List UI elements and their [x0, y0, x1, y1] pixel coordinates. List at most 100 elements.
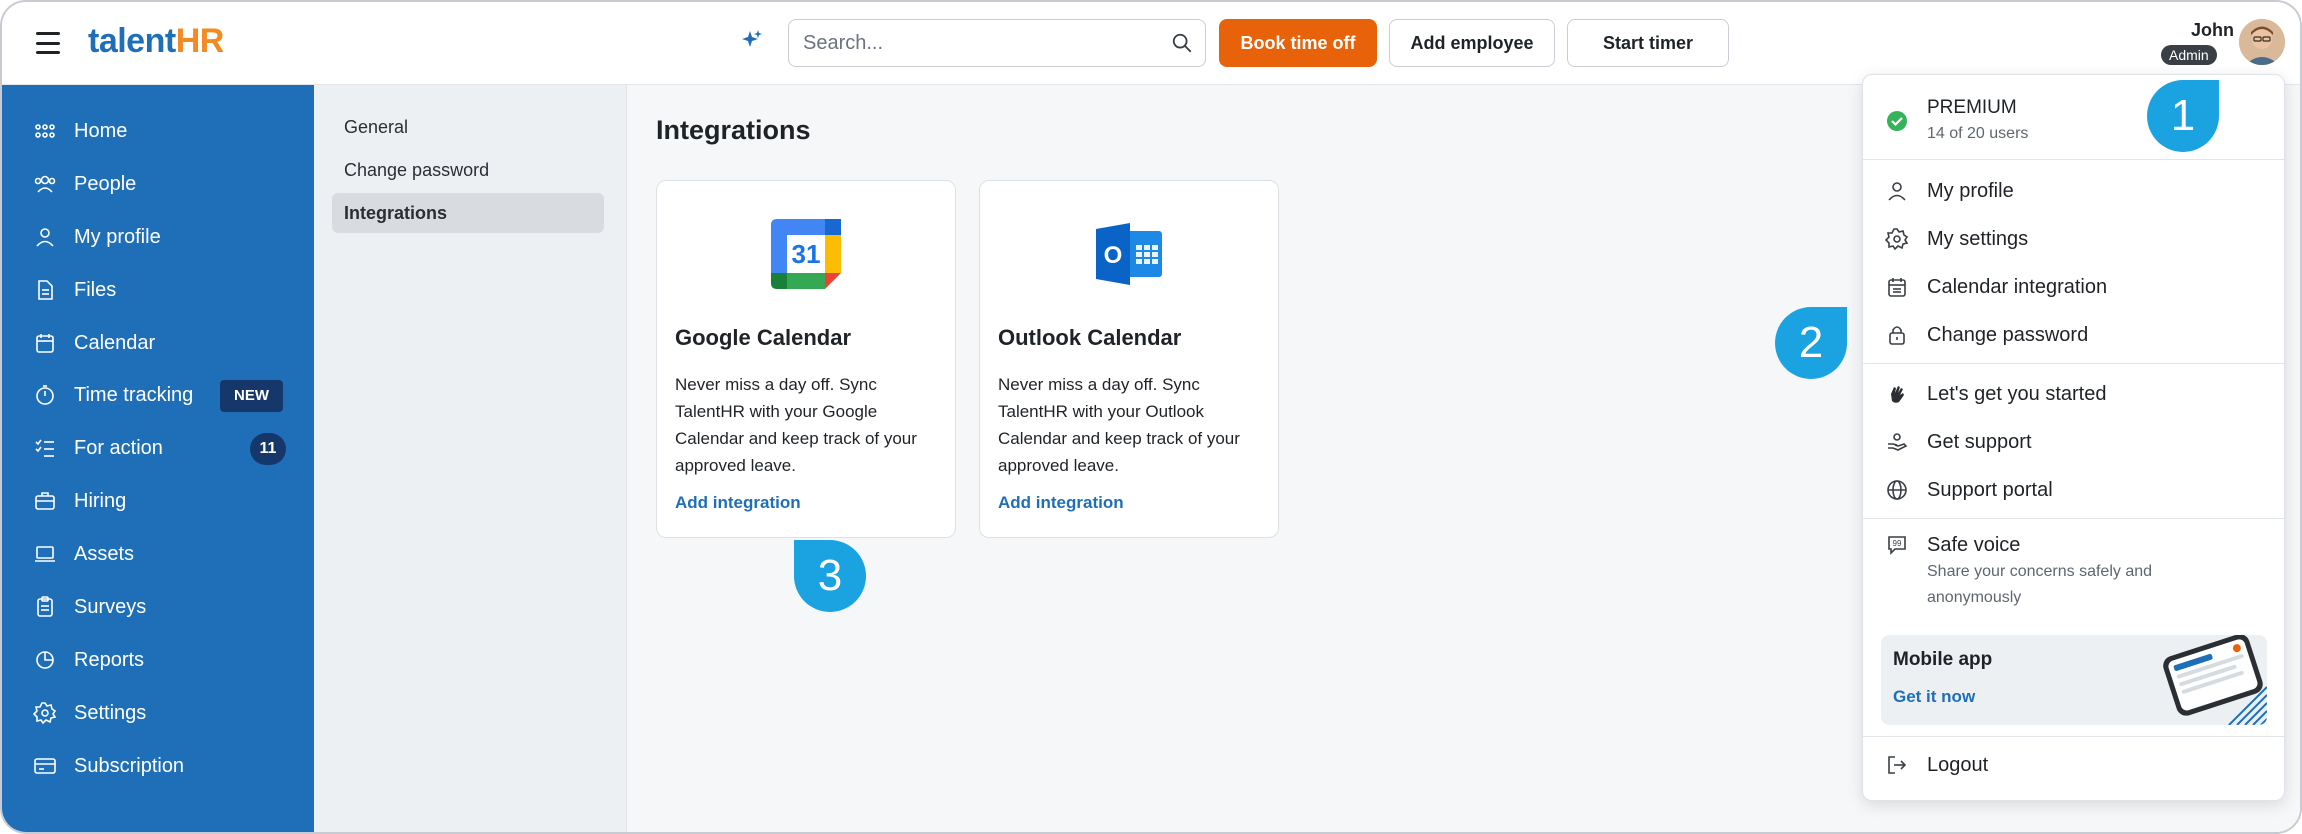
menu-item-get-support[interactable]: Get support: [1863, 420, 2284, 464]
menu-item-label: Let's get you started: [1927, 383, 2107, 405]
sidebar-item-label: Surveys: [74, 595, 147, 618]
outlook-calendar-icon: O: [1096, 223, 1162, 285]
sidebar-item-for-action[interactable]: For action 11: [32, 428, 294, 468]
support-hand-icon: [1888, 433, 1908, 451]
menu-item-change-password[interactable]: Change password: [1863, 313, 2284, 357]
menu-item-label: Change password: [1927, 324, 2089, 346]
google-calendar-icon: 31: [771, 219, 841, 289]
sidebar-item-label: Calendar: [74, 331, 156, 354]
user-dropdown-menu: PREMIUM 14 of 20 users My profile My set…: [1862, 74, 2285, 801]
sidebar-item-subscription[interactable]: Subscription: [32, 746, 294, 786]
check-circle-icon: [1887, 111, 1907, 131]
phone-illustration-icon: [2163, 635, 2267, 725]
people-icon: [32, 171, 58, 197]
outlook-calendar-icon-text: O: [1104, 242, 1123, 269]
user-icon: [32, 224, 58, 250]
logo-text-talent: talent: [88, 22, 176, 60]
briefcase-icon: [32, 488, 58, 514]
clipboard-icon: [32, 594, 58, 620]
sidebar-item-home[interactable]: Home: [32, 111, 294, 151]
sidebar-item-label: Subscription: [74, 754, 185, 777]
sidebar-item-calendar[interactable]: Calendar: [32, 323, 294, 363]
logo-text-hr: HR: [175, 22, 225, 60]
menu-item-support-portal[interactable]: Support portal: [1863, 468, 2284, 512]
user-name[interactable]: John: [2134, 20, 2234, 41]
menu-item-my-profile[interactable]: My profile: [1863, 169, 2284, 213]
menu-item-label: Calendar integration: [1927, 276, 2108, 298]
menu-item-label: Safe voice: [1927, 534, 2021, 556]
top-bar: talentHR Book time off Add employee Star…: [2, 2, 2300, 85]
add-outlook-integration-link[interactable]: Add integration: [998, 493, 1124, 513]
hamburger-menu-icon[interactable]: [36, 32, 60, 54]
quote-bubble-icon: 99: [1888, 536, 1906, 555]
checklist-icon: [32, 435, 58, 461]
user-role-badge: Admin: [2161, 45, 2217, 65]
card-title: Outlook Calendar: [998, 325, 1182, 350]
sidebar-item-my-profile[interactable]: My profile: [32, 217, 294, 257]
menu-item-label: Get support: [1927, 431, 2032, 453]
subnav-item-change-password[interactable]: Change password: [332, 150, 604, 190]
gear-icon: [32, 700, 58, 726]
subnav-item-integrations[interactable]: Integrations: [332, 193, 604, 233]
step-callout-3: 3: [794, 540, 866, 612]
sidebar-item-label: People: [74, 172, 137, 195]
divider: [1863, 159, 2284, 160]
sidebar-item-reports[interactable]: Reports: [32, 640, 294, 680]
search-input[interactable]: [803, 20, 1153, 66]
card-description: Never miss a day off. Sync TalentHR with…: [998, 375, 1240, 475]
step-callout-1: 1: [2147, 80, 2219, 152]
safe-voice-description: Share your concerns safely and anonymous…: [1927, 563, 2153, 606]
card-description: Never miss a day off. Sync TalentHR with…: [675, 375, 917, 475]
action-count-badge: 11: [250, 433, 286, 465]
sidebar-item-files[interactable]: Files: [32, 270, 294, 310]
sidebar-item-label: My profile: [74, 225, 161, 248]
sidebar-item-label: Settings: [74, 701, 147, 724]
ai-sparkle-icon[interactable]: [738, 28, 766, 56]
wave-hand-icon: [1891, 386, 1904, 403]
calendar-icon: [1888, 278, 1906, 297]
file-icon: [32, 277, 58, 303]
menu-item-calendar-integration[interactable]: Calendar integration: [1863, 265, 2284, 309]
avatar[interactable]: [2239, 19, 2285, 65]
new-badge: NEW: [220, 380, 283, 412]
pie-chart-icon: [32, 647, 58, 673]
divider: [1863, 736, 2284, 737]
talenthr-logo[interactable]: talentHR: [88, 22, 224, 61]
page-title: Integrations: [656, 115, 811, 145]
sidebar-item-label: For action: [74, 436, 163, 459]
stopwatch-icon: [32, 382, 58, 408]
callout-number: 2: [1798, 318, 1824, 367]
lock-icon: [1889, 326, 1905, 345]
laptop-icon: [32, 541, 58, 567]
book-time-off-button[interactable]: Book time off: [1219, 19, 1377, 67]
start-timer-button[interactable]: Start timer: [1567, 19, 1729, 67]
callout-number: 1: [2170, 91, 2196, 140]
divider: [1863, 363, 2284, 364]
sidebar-item-hiring[interactable]: Hiring: [32, 481, 294, 521]
app-window: talentHR Book time off Add employee Star…: [0, 0, 2302, 834]
menu-item-lets-get-you-started[interactable]: Let's get you started: [1863, 372, 2284, 416]
sidebar-item-label: Reports: [74, 648, 145, 671]
plan-user-count: 14 of 20 users: [1927, 125, 2029, 142]
gear-icon: [1885, 228, 1909, 251]
divider: [1863, 518, 2284, 519]
get-it-now-link[interactable]: Get it now: [1893, 687, 1975, 707]
menu-item-logout[interactable]: Logout: [1863, 743, 2284, 787]
add-google-integration-link[interactable]: Add integration: [675, 493, 801, 513]
settings-subnav: General Change password Integrations: [314, 85, 627, 832]
calendar-icon: [32, 330, 58, 356]
mobile-app-promo: Mobile app Get it now: [1881, 635, 2267, 725]
google-calendar-card: 31 Google Calendar Never miss a day off.…: [656, 180, 956, 538]
sidebar-item-settings[interactable]: Settings: [32, 693, 294, 733]
subnav-item-general[interactable]: General: [332, 107, 604, 147]
sidebar-item-people[interactable]: People: [32, 164, 294, 204]
menu-item-my-settings[interactable]: My settings: [1863, 217, 2284, 261]
grid-icon: [32, 118, 58, 144]
callout-number: 3: [817, 551, 843, 600]
sidebar-item-assets[interactable]: Assets: [32, 534, 294, 574]
sidebar-item-time-tracking[interactable]: Time tracking NEW: [32, 375, 294, 415]
search-icon[interactable]: [1171, 32, 1193, 54]
sidebar-item-surveys[interactable]: Surveys: [32, 587, 294, 627]
add-employee-button[interactable]: Add employee: [1389, 19, 1555, 67]
menu-item-label: Logout: [1927, 754, 1989, 776]
